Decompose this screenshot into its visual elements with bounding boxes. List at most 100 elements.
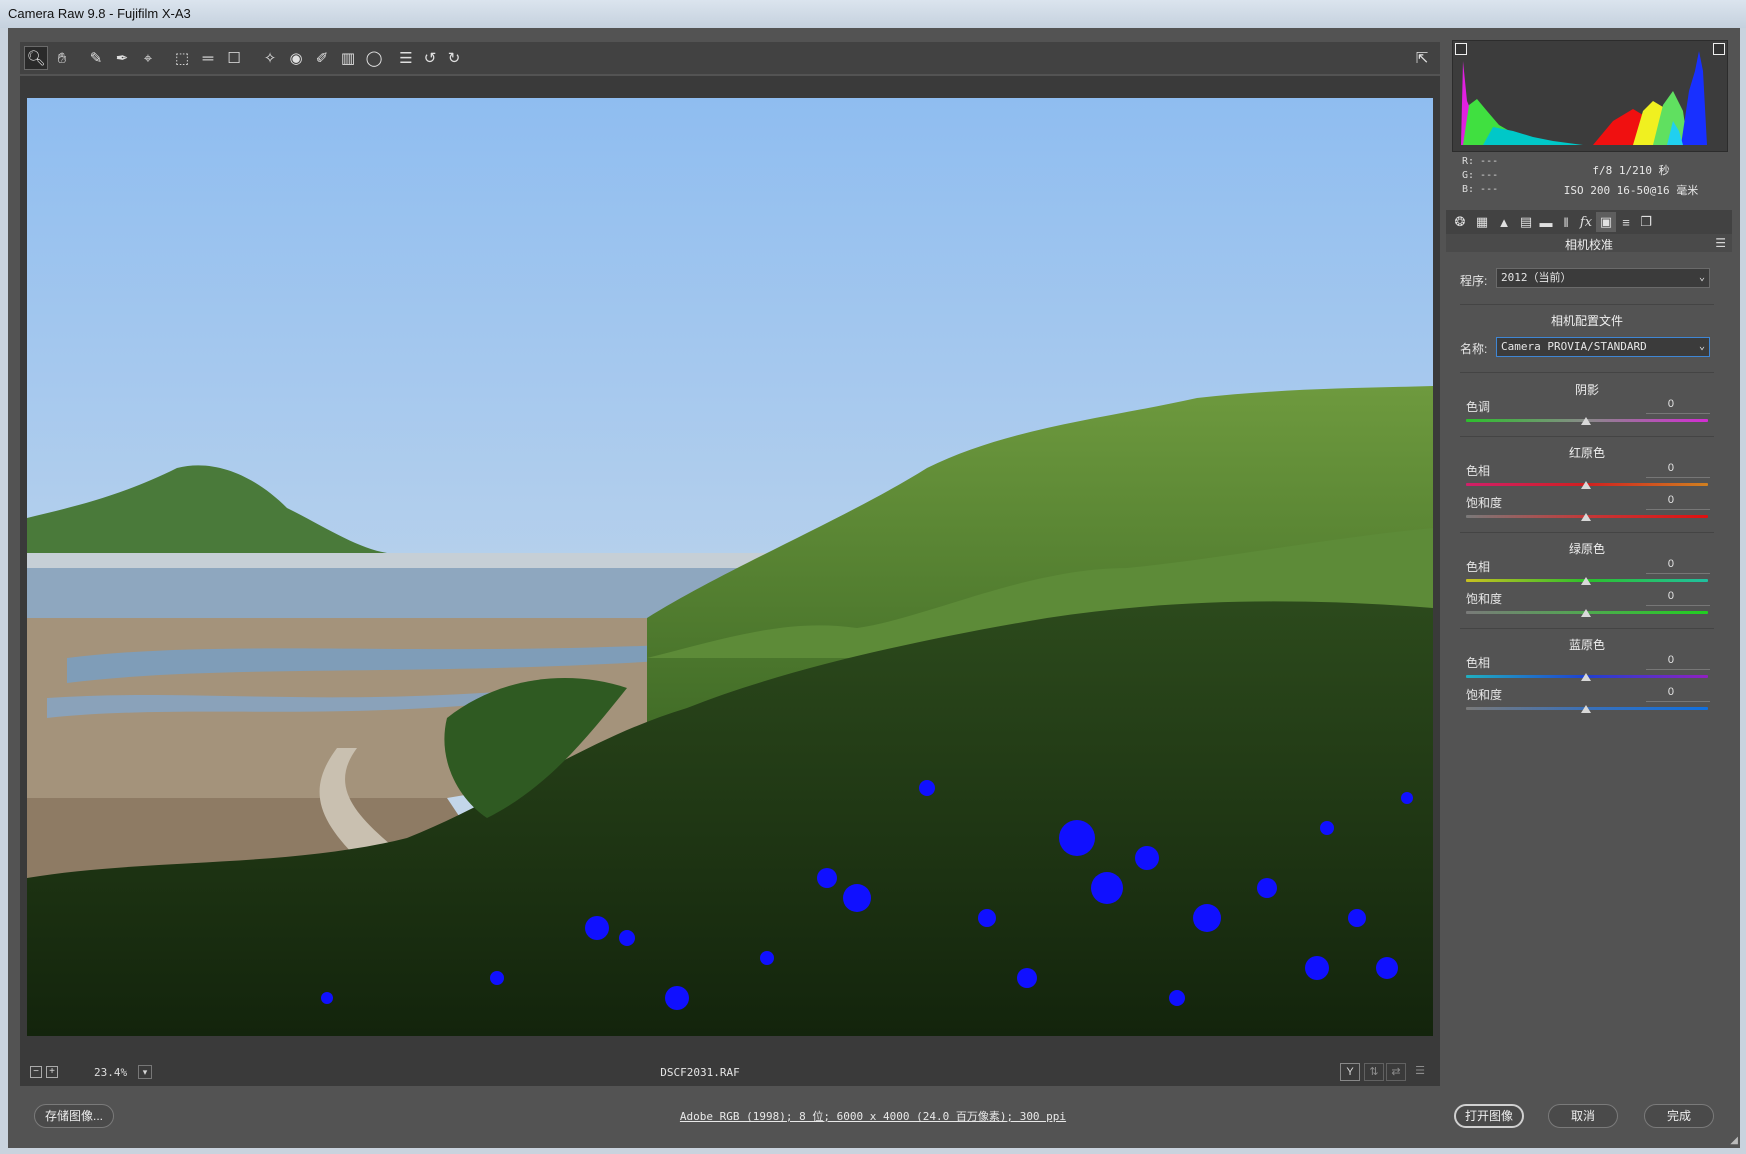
status-bar: − + 23.4% ▾ DSCF2031.RAF Y ⇅ ⇄ ☰ xyxy=(20,1060,1440,1086)
green-saturation-label: 饱和度 xyxy=(1466,592,1503,606)
file-name: DSCF2031.RAF xyxy=(660,1066,740,1079)
highlight-clipping-warning-icon[interactable] xyxy=(1713,43,1725,55)
red-readout: R: --- xyxy=(1462,156,1499,167)
swap-icon[interactable]: ⇄ xyxy=(1386,1063,1406,1081)
value-underline xyxy=(1646,413,1710,414)
tab-presets-icon[interactable]: ≡ xyxy=(1616,212,1636,232)
process-select[interactable]: 2012（当前） ⌄ xyxy=(1496,268,1710,288)
blue-readout: B: --- xyxy=(1462,184,1499,195)
zoom-icon[interactable]: 🔍︎ xyxy=(24,46,48,70)
landscape-image xyxy=(27,98,1433,1036)
histogram-graph xyxy=(1461,51,1707,145)
divider xyxy=(1460,628,1714,629)
exposure-info: f/8 1/210 秒 xyxy=(1592,164,1670,177)
green-readout: G: --- xyxy=(1462,170,1499,181)
slider-handle[interactable] xyxy=(1581,609,1591,617)
value-underline xyxy=(1646,509,1710,510)
view-toggle-button[interactable]: Y xyxy=(1340,1063,1360,1081)
tab-detail-icon[interactable]: ▲ xyxy=(1494,212,1514,232)
crop-icon[interactable]: ⬚ xyxy=(170,46,194,70)
value-underline xyxy=(1646,605,1710,606)
tab-camera-calibration-icon[interactable]: ▣ xyxy=(1596,212,1616,232)
white-balance-icon[interactable]: ✎ xyxy=(84,46,108,70)
tab-split-toning-icon[interactable]: ▬ xyxy=(1536,212,1556,232)
preferences-icon[interactable]: ☰ xyxy=(1410,1063,1430,1081)
tab-snapshots-icon[interactable]: ❐ xyxy=(1636,212,1656,232)
value-underline xyxy=(1646,701,1710,702)
red-saturation-label: 饱和度 xyxy=(1466,496,1503,510)
process-select-value: 2012（当前） xyxy=(1501,271,1572,284)
panel-menu-icon[interactable]: ☰ xyxy=(1715,236,1726,250)
presets-list-icon[interactable]: ☰ xyxy=(394,46,418,70)
done-button[interactable]: 完成 xyxy=(1644,1104,1714,1128)
slider-handle[interactable] xyxy=(1581,673,1591,681)
divider xyxy=(1460,372,1714,373)
window-title: Camera Raw 9.8 - Fujifilm X-A3 xyxy=(8,6,191,21)
window-frame-bottom xyxy=(0,1148,1746,1154)
window-frame-right xyxy=(1740,28,1746,1154)
green-hue-value[interactable]: 0 xyxy=(1650,558,1674,570)
divider xyxy=(1460,532,1714,533)
chevron-down-icon: ⌄ xyxy=(1698,341,1705,352)
panel-tabs: ❂ ▦ ▲ ▤ ▬ ‖ fx ▣ ≡ ❐ xyxy=(1446,210,1732,234)
shadow-clipping-warning-icon[interactable] xyxy=(1455,43,1467,55)
blue-section-header: 蓝原色 xyxy=(1568,638,1605,652)
tab-lens-corrections-icon[interactable]: ‖ xyxy=(1556,212,1576,232)
blue-saturation-value[interactable]: 0 xyxy=(1650,686,1674,698)
divider xyxy=(1460,304,1714,305)
tab-tone-curve-icon[interactable]: ▦ xyxy=(1472,212,1492,232)
name-label: 名称: xyxy=(1460,342,1488,356)
tab-effects-icon[interactable]: fx xyxy=(1576,212,1596,232)
hand-icon[interactable]: ✋︎ xyxy=(50,46,74,70)
shadows-section-header: 阴影 xyxy=(1574,383,1599,397)
info-readout: R: --- G: --- B: --- f/8 1/210 秒 ISO 200… xyxy=(1446,152,1732,204)
blue-hue-label: 色相 xyxy=(1466,656,1491,670)
red-eye-icon[interactable]: ◉ xyxy=(284,46,308,70)
open-image-button[interactable]: 打开图像 xyxy=(1454,1104,1524,1128)
radial-filter-icon[interactable]: ◯ xyxy=(362,46,386,70)
rotate-cw-icon[interactable]: ↻ xyxy=(442,46,466,70)
adjustment-brush-icon[interactable]: ✐ xyxy=(310,46,334,70)
value-underline xyxy=(1646,573,1710,574)
shadows-tint-value[interactable]: 0 xyxy=(1650,398,1674,410)
cancel-button[interactable]: 取消 xyxy=(1548,1104,1618,1128)
tab-hsl-icon[interactable]: ▤ xyxy=(1516,212,1536,232)
green-hue-label: 色相 xyxy=(1466,560,1491,574)
shadows-tint-label: 色调 xyxy=(1466,400,1491,414)
fullscreen-icon[interactable]: ⇱ xyxy=(1410,46,1434,70)
rotate-ccw-icon[interactable]: ↺ xyxy=(418,46,442,70)
iso-lens-info: ISO 200 16-50@16 毫米 xyxy=(1563,184,1699,197)
slider-handle[interactable] xyxy=(1581,513,1591,521)
toolbar: 🔍︎ ✋︎ ✎ ✒ ⌖ ⬚ ═ ☐ ✧ ◉ ✐ ▥ ◯ ☰ ↺ ↻ ⇱ xyxy=(20,42,1440,74)
window-frame-left xyxy=(0,28,8,1154)
green-saturation-value[interactable]: 0 xyxy=(1650,590,1674,602)
panel-title: 相机校准 xyxy=(1564,238,1613,252)
spot-removal-icon[interactable]: ✧ xyxy=(258,46,282,70)
chevron-down-icon: ⌄ xyxy=(1698,272,1705,283)
slider-handle[interactable] xyxy=(1581,705,1591,713)
photo-preview[interactable] xyxy=(27,98,1433,1036)
transform-icon[interactable]: ☐ xyxy=(222,46,246,70)
target-adjust-icon[interactable]: ⌖ xyxy=(136,46,160,70)
red-hue-label: 色相 xyxy=(1466,464,1491,478)
value-underline xyxy=(1646,669,1710,670)
red-hue-value[interactable]: 0 xyxy=(1650,462,1674,474)
title-bar: Camera Raw 9.8 - Fujifilm X-A3 xyxy=(0,0,1746,28)
red-section-header: 红原色 xyxy=(1568,446,1605,460)
slider-handle[interactable] xyxy=(1581,577,1591,585)
histogram xyxy=(1452,40,1728,152)
before-after-icon[interactable]: ⇅ xyxy=(1364,1063,1384,1081)
red-saturation-value[interactable]: 0 xyxy=(1650,494,1674,506)
blue-hue-value[interactable]: 0 xyxy=(1650,654,1674,666)
slider-handle[interactable] xyxy=(1581,481,1591,489)
profile-select-value: Camera PROVIA/STANDARD xyxy=(1501,340,1647,353)
green-section-header: 绿原色 xyxy=(1568,542,1605,556)
tab-basic-icon[interactable]: ❂ xyxy=(1450,212,1470,232)
value-underline xyxy=(1646,477,1710,478)
graduated-filter-icon[interactable]: ▥ xyxy=(336,46,360,70)
color-sampler-icon[interactable]: ✒ xyxy=(110,46,134,70)
resize-grip-icon[interactable]: ◢ xyxy=(1730,1135,1738,1146)
straighten-icon[interactable]: ═ xyxy=(196,46,220,70)
profile-select[interactable]: Camera PROVIA/STANDARD ⌄ xyxy=(1496,337,1710,357)
slider-handle[interactable] xyxy=(1581,417,1591,425)
